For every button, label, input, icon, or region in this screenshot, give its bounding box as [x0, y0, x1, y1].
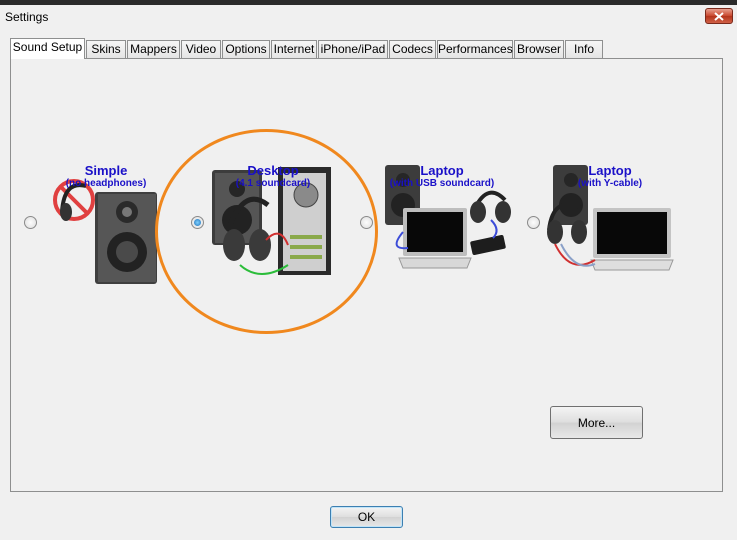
tab-mappers[interactable]: Mappers [127, 40, 180, 59]
tab-iphone-ipad[interactable]: iPhone/iPad [318, 40, 388, 59]
ok-button[interactable]: OK [330, 506, 403, 528]
tab-label: Skins [91, 42, 121, 56]
close-button[interactable] [705, 8, 733, 24]
laptop-ycable-subtitle: (with Y-cable) [577, 178, 643, 189]
desktop-title: Desktop [247, 163, 299, 178]
tab-label: Codecs [392, 42, 433, 56]
close-icon [714, 12, 724, 21]
desktop-subtitle: (4.1 soundcard) [235, 178, 311, 189]
tab-label: Options [225, 42, 267, 56]
tab-label: Mappers [130, 42, 177, 56]
laptop-usb-title: Laptop [420, 163, 464, 178]
tab-label: Browser [516, 42, 561, 56]
title-bar: Settings [0, 5, 737, 30]
radio-desktop[interactable] [191, 216, 204, 229]
tab-sound-setup[interactable]: Sound Setup [10, 38, 85, 59]
tab-skins[interactable]: Skins [86, 40, 126, 59]
tab-label: Info [573, 42, 594, 56]
radio-laptop-usb[interactable] [360, 216, 373, 229]
tab-label: iPhone/iPad [320, 42, 386, 56]
radio-simple[interactable] [24, 216, 37, 229]
tab-browser[interactable]: Browser [514, 40, 564, 59]
simple-title: Simple [84, 163, 128, 178]
tab-label: Internet [273, 42, 315, 56]
tab-info[interactable]: Info [565, 40, 603, 59]
simple-illustration [53, 179, 157, 284]
laptop-usb-subtitle: (with USB soundcard) [389, 178, 495, 189]
laptop-ycable-title: Laptop [588, 163, 632, 178]
tab-performances[interactable]: Performances [437, 40, 513, 59]
tab-label: Video [185, 42, 217, 56]
tab-label: Sound Setup [12, 40, 83, 54]
tab-options[interactable]: Options [222, 40, 270, 59]
tab-label: Performances [438, 42, 513, 56]
tab-internet[interactable]: Internet [271, 40, 317, 59]
window-title: Settings [5, 10, 49, 24]
tab-video[interactable]: Video [181, 40, 221, 59]
tab-codecs[interactable]: Codecs [389, 40, 436, 59]
more-button[interactable]: More... [550, 406, 643, 439]
simple-subtitle: (no headphones) [65, 178, 147, 189]
radio-laptop-ycable[interactable] [527, 216, 540, 229]
